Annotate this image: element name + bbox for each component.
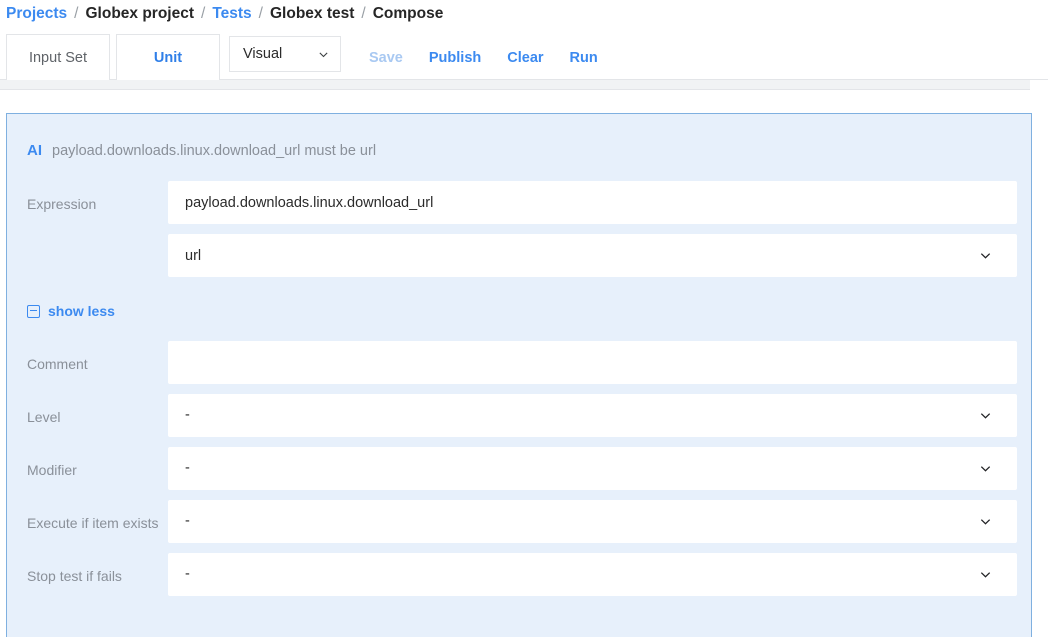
field-row-modifier: Modifier -	[7, 447, 1031, 490]
tab-input-set-label: Input Set	[29, 50, 87, 66]
stop-test-if-fails-value: -	[185, 566, 190, 582]
level-control: -	[168, 394, 1017, 437]
minus-square-icon	[27, 305, 40, 318]
level-select[interactable]: -	[168, 394, 1017, 437]
clear-button[interactable]: Clear	[507, 50, 543, 66]
modifier-select[interactable]: -	[168, 447, 1017, 490]
chevron-down-icon	[979, 568, 992, 581]
field-row-comment: Comment	[7, 341, 1031, 384]
modifier-label: Modifier	[27, 447, 168, 482]
chevron-down-icon	[979, 462, 992, 475]
assertion-type-value: url	[185, 248, 201, 264]
toolbar-inner: Input Set Unit Visual Save Publish Clear…	[0, 28, 1048, 80]
breadcrumb-separator: /	[74, 5, 78, 23]
comment-label: Comment	[27, 341, 168, 376]
field-row-stop-test-if-fails: Stop test if fails -	[7, 553, 1031, 596]
breadcrumb-separator: /	[259, 5, 263, 23]
field-row-expression: Expression payload.downloads.linux.downl…	[7, 181, 1031, 224]
breadcrumb-separator: /	[201, 5, 205, 23]
assertion-type-control: url	[168, 234, 1017, 277]
stop-test-if-fails-control: -	[168, 553, 1017, 596]
field-row-level: Level -	[7, 394, 1031, 437]
level-label: Level	[27, 394, 168, 429]
ai-suggestion-text: payload.downloads.linux.download_url mus…	[52, 143, 376, 159]
tab-input-set[interactable]: Input Set	[6, 34, 110, 80]
execute-if-item-exists-label: Execute if item exists	[27, 500, 168, 535]
tab-unit-label: Unit	[154, 50, 182, 66]
assertion-panel: AI payload.downloads.linux.download_url …	[6, 113, 1032, 637]
show-less-toggle[interactable]: show less	[27, 303, 115, 319]
modifier-value: -	[185, 460, 190, 476]
assertion-type-select[interactable]: url	[168, 234, 1017, 277]
breadcrumb-item-globex-test[interactable]: Globex test	[270, 5, 354, 23]
chevron-down-icon	[979, 409, 992, 422]
stop-test-if-fails-select[interactable]: -	[168, 553, 1017, 596]
chevron-down-icon	[979, 249, 992, 262]
show-less-label: show less	[48, 303, 115, 319]
execute-if-item-exists-value: -	[185, 513, 190, 529]
assertion-type-label	[27, 234, 168, 247]
breadcrumb-item-compose: Compose	[373, 5, 444, 23]
ai-suggestion-row: AI payload.downloads.linux.download_url …	[7, 114, 1031, 159]
view-mode-select-value: Visual	[243, 46, 282, 62]
modifier-control: -	[168, 447, 1017, 490]
horizontal-scrollbar[interactable]	[0, 80, 1030, 90]
field-row-assertion-type: url	[7, 234, 1031, 277]
tab-unit[interactable]: Unit	[116, 34, 220, 80]
toolbar: Input Set Unit Visual Save Publish Clear…	[0, 28, 1048, 80]
chevron-down-icon	[318, 49, 329, 60]
chevron-down-icon	[979, 515, 992, 528]
level-value: -	[185, 407, 190, 423]
save-button[interactable]: Save	[369, 50, 403, 66]
breadcrumb-item-projects[interactable]: Projects	[6, 5, 67, 23]
execute-if-item-exists-control: -	[168, 500, 1017, 543]
stop-test-if-fails-label: Stop test if fails	[27, 553, 168, 588]
expression-control: payload.downloads.linux.download_url	[168, 181, 1017, 224]
comment-input[interactable]	[168, 341, 1017, 384]
expression-input-value: payload.downloads.linux.download_url	[185, 195, 433, 211]
expression-input[interactable]: payload.downloads.linux.download_url	[168, 181, 1017, 224]
execute-if-item-exists-select[interactable]: -	[168, 500, 1017, 543]
breadcrumb-item-tests[interactable]: Tests	[212, 5, 251, 23]
field-row-execute-if-item-exists: Execute if item exists -	[7, 500, 1031, 543]
run-button[interactable]: Run	[570, 50, 598, 66]
breadcrumb: Projects / Globex project / Tests / Glob…	[0, 0, 1048, 28]
breadcrumb-separator: /	[361, 5, 365, 23]
comment-control	[168, 341, 1017, 384]
expression-label: Expression	[27, 181, 168, 216]
view-mode-select[interactable]: Visual	[229, 36, 341, 72]
toolbar-actions: Save Publish Clear Run	[369, 36, 598, 80]
publish-button[interactable]: Publish	[429, 50, 481, 66]
breadcrumb-item-globex-project[interactable]: Globex project	[85, 5, 194, 23]
ai-badge: AI	[27, 142, 42, 159]
